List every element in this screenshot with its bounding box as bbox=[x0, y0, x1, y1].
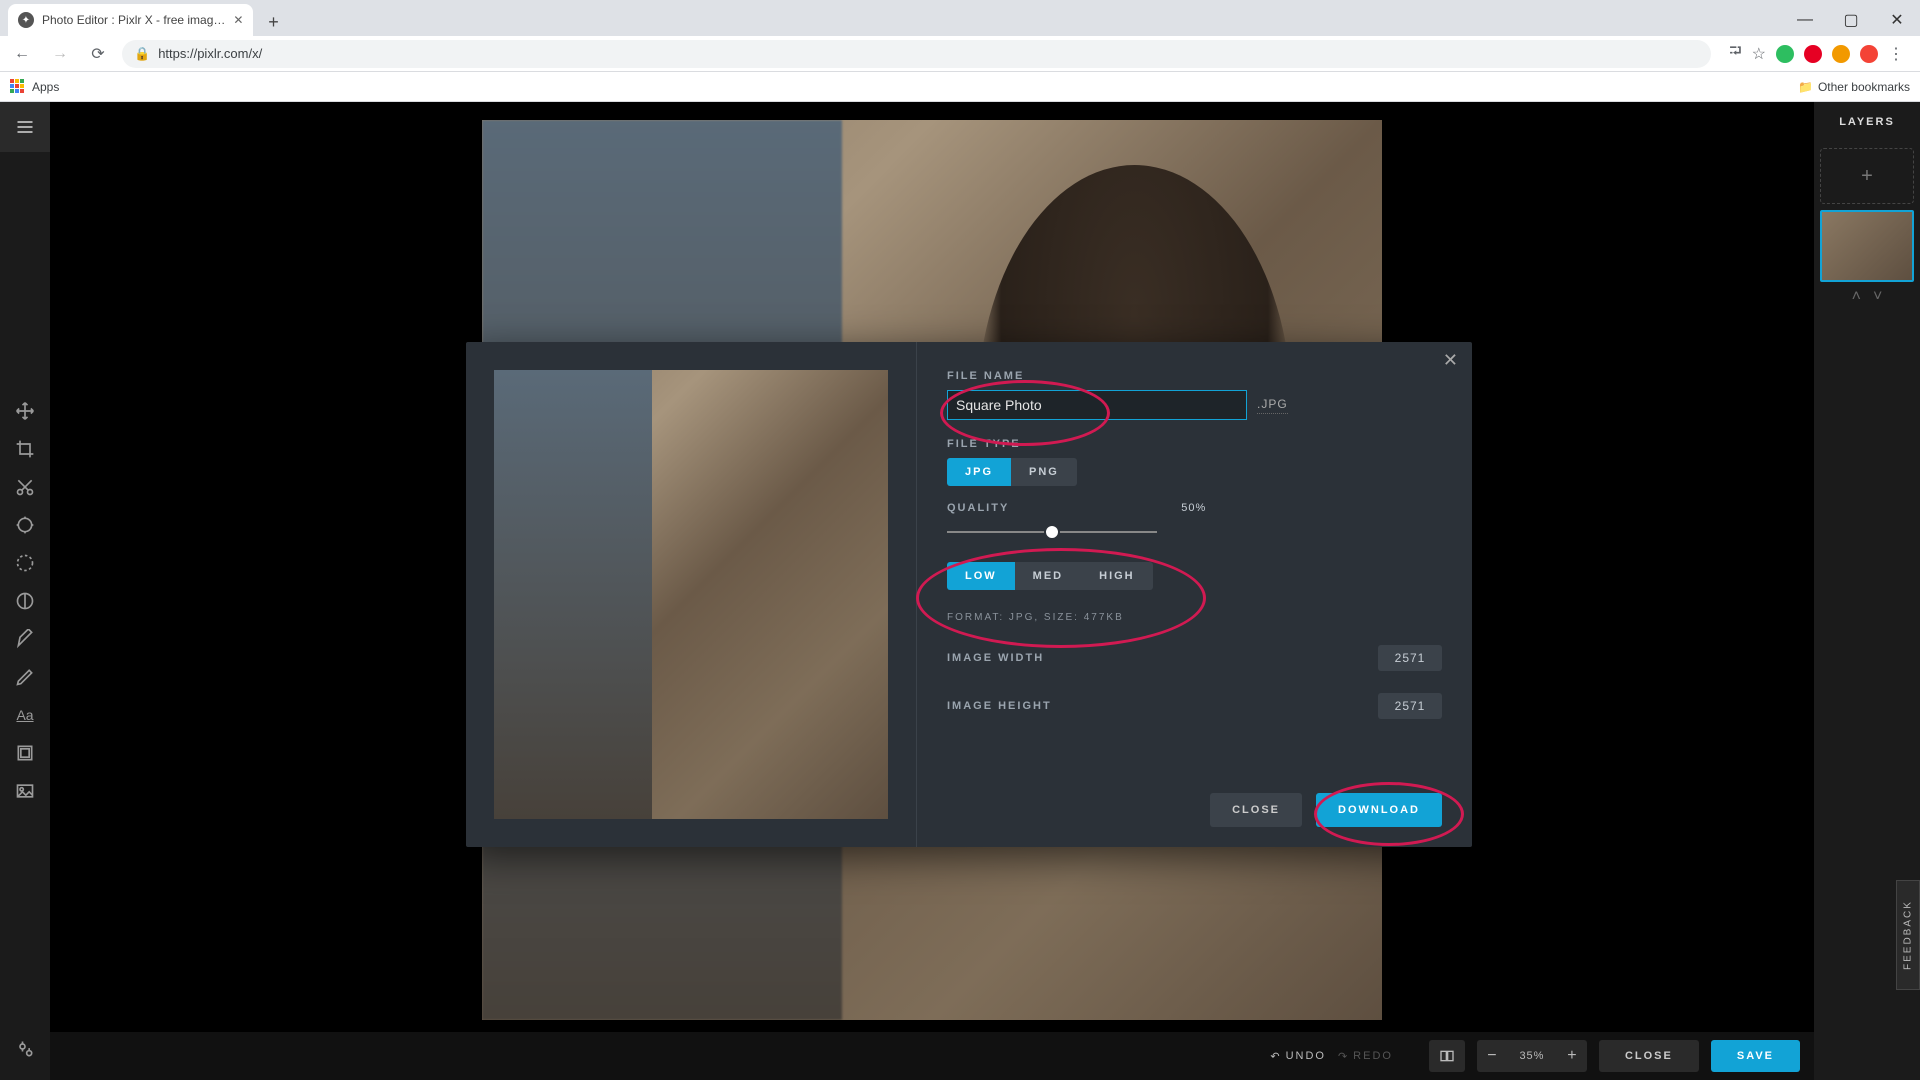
layers-title: LAYERS bbox=[1814, 102, 1920, 142]
save-button[interactable]: SAVE bbox=[1711, 1040, 1800, 1072]
compare-button[interactable] bbox=[1429, 1040, 1465, 1072]
quality-label: QUALITY bbox=[947, 502, 1009, 514]
save-preview bbox=[466, 342, 916, 847]
bookmarks-bar: Apps 📁 Other bookmarks bbox=[0, 72, 1920, 102]
tab-favicon: ✦ bbox=[18, 12, 34, 28]
evernote-ext-icon[interactable] bbox=[1776, 45, 1794, 63]
pinterest-ext-icon[interactable] bbox=[1804, 45, 1822, 63]
height-label: IMAGE HEIGHT bbox=[947, 700, 1052, 712]
browser-toolbar: ← → ⟳ 🔒 https://pixlr.com/x/ ⮒ ☆ ⋮ bbox=[0, 36, 1920, 72]
height-value[interactable]: 2571 bbox=[1378, 693, 1442, 719]
frame-tool[interactable] bbox=[0, 734, 50, 772]
cut-tool[interactable] bbox=[0, 468, 50, 506]
apps-label[interactable]: Apps bbox=[32, 80, 59, 94]
chrome-menu-icon[interactable]: ⋮ bbox=[1888, 44, 1904, 64]
maximize-button[interactable]: ▢ bbox=[1828, 4, 1874, 36]
menu-button[interactable] bbox=[0, 102, 50, 152]
new-tab-button[interactable]: + bbox=[259, 8, 287, 36]
draw-tool[interactable] bbox=[0, 658, 50, 696]
width-label: IMAGE WIDTH bbox=[947, 652, 1044, 664]
redo-icon: ↷ bbox=[1338, 1050, 1349, 1063]
zoom-out-button[interactable]: − bbox=[1477, 1047, 1507, 1065]
profile-avatar[interactable] bbox=[1832, 45, 1850, 63]
settings-button[interactable] bbox=[0, 1030, 50, 1068]
quality-med[interactable]: MED bbox=[1015, 562, 1081, 590]
file-type-png[interactable]: PNG bbox=[1011, 458, 1077, 486]
layer-nav: ˄ ˅ bbox=[1814, 288, 1920, 306]
move-tool[interactable] bbox=[0, 392, 50, 430]
preview-thumbnail bbox=[494, 370, 888, 819]
save-dialog: ✕ FILE NAME .JPG FILE TYPE JPG PNG QUALI… bbox=[466, 342, 1472, 847]
bookmark-star-icon[interactable]: ☆ bbox=[1752, 44, 1766, 64]
close-icon[interactable]: ✕ bbox=[233, 13, 243, 27]
dialog-close-action[interactable]: CLOSE bbox=[1210, 793, 1302, 827]
quality-segmented: LOW MED HIGH bbox=[947, 562, 1442, 590]
close-window-button[interactable]: ✕ bbox=[1874, 4, 1920, 36]
feedback-tab[interactable]: FEEDBACK bbox=[1896, 880, 1920, 990]
minimize-button[interactable]: — bbox=[1782, 4, 1828, 36]
undo-button[interactable]: ↶UNDO bbox=[1270, 1050, 1326, 1063]
crop-tool[interactable] bbox=[0, 430, 50, 468]
translate-icon[interactable]: ⮒ bbox=[1729, 40, 1741, 67]
zoom-control: − 35% + bbox=[1477, 1040, 1587, 1072]
other-bookmarks[interactable]: Other bookmarks bbox=[1818, 80, 1910, 94]
file-type-jpg[interactable]: JPG bbox=[947, 458, 1011, 486]
url-text: https://pixlr.com/x/ bbox=[158, 46, 262, 61]
app-viewport: Aa LAYERS + ˄ ˅ ↶UNDO ↷REDO − 35% + CLOS… bbox=[0, 102, 1920, 1080]
quality-high[interactable]: HIGH bbox=[1081, 562, 1153, 590]
address-bar[interactable]: 🔒 https://pixlr.com/x/ bbox=[122, 40, 1711, 68]
tab-title: Photo Editor : Pixlr X - free imag… bbox=[42, 13, 225, 27]
file-name-label: FILE NAME bbox=[947, 370, 1442, 382]
browser-tab[interactable]: ✦ Photo Editor : Pixlr X - free imag… ✕ bbox=[8, 4, 253, 36]
dialog-close-button[interactable]: ✕ bbox=[1443, 350, 1458, 371]
effect-tool[interactable] bbox=[0, 544, 50, 582]
layer-thumbnail[interactable] bbox=[1820, 210, 1914, 282]
extension-icons: ⮒ ☆ ⋮ bbox=[1729, 40, 1904, 67]
layer-up-icon[interactable]: ˄ bbox=[1852, 288, 1861, 306]
window-controls: — ▢ ✕ bbox=[1782, 4, 1920, 36]
download-button[interactable]: DOWNLOAD bbox=[1316, 793, 1442, 827]
forward-button[interactable]: → bbox=[46, 40, 74, 68]
browser-titlebar: ✦ Photo Editor : Pixlr X - free imag… ✕ … bbox=[0, 0, 1920, 36]
contrast-tool[interactable] bbox=[0, 582, 50, 620]
zoom-value: 35% bbox=[1507, 1050, 1557, 1062]
save-form: ✕ FILE NAME .JPG FILE TYPE JPG PNG QUALI… bbox=[916, 342, 1472, 847]
width-value[interactable]: 2571 bbox=[1378, 645, 1442, 671]
brush-tool[interactable] bbox=[0, 620, 50, 658]
image-722f[interactable] bbox=[0, 772, 50, 810]
left-toolbar: Aa bbox=[0, 102, 50, 1080]
redo-button[interactable]: ↷REDO bbox=[1338, 1050, 1393, 1063]
bottom-bar: ↶UNDO ↷REDO − 35% + CLOSE SAVE bbox=[50, 1032, 1814, 1080]
file-name-input[interactable] bbox=[947, 390, 1247, 420]
quality-slider[interactable] bbox=[947, 520, 1157, 544]
slider-knob[interactable] bbox=[1044, 524, 1060, 540]
add-layer-button[interactable]: + bbox=[1820, 148, 1914, 204]
back-button[interactable]: ← bbox=[8, 40, 36, 68]
reload-button[interactable]: ⟳ bbox=[84, 40, 112, 68]
lock-icon: 🔒 bbox=[134, 46, 150, 62]
file-type-segmented: JPG PNG bbox=[947, 458, 1442, 486]
folder-icon: 📁 bbox=[1798, 80, 1813, 94]
file-type-label: FILE TYPE bbox=[947, 438, 1442, 450]
zoom-in-button[interactable]: + bbox=[1557, 1047, 1587, 1065]
adblock-ext-icon[interactable] bbox=[1860, 45, 1878, 63]
layer-down-icon[interactable]: ˅ bbox=[1873, 288, 1882, 306]
format-info: FORMAT: JPG, SIZE: 477KB bbox=[947, 612, 1442, 623]
text-tool[interactable]: Aa bbox=[0, 696, 50, 734]
quality-value: 50% bbox=[1181, 502, 1206, 514]
adjust-tool[interactable] bbox=[0, 506, 50, 544]
undo-icon: ↶ bbox=[1270, 1050, 1281, 1063]
file-ext-label[interactable]: .JPG bbox=[1257, 397, 1288, 414]
quality-low[interactable]: LOW bbox=[947, 562, 1015, 590]
apps-grid-icon[interactable] bbox=[10, 79, 26, 95]
close-button[interactable]: CLOSE bbox=[1599, 1040, 1699, 1072]
